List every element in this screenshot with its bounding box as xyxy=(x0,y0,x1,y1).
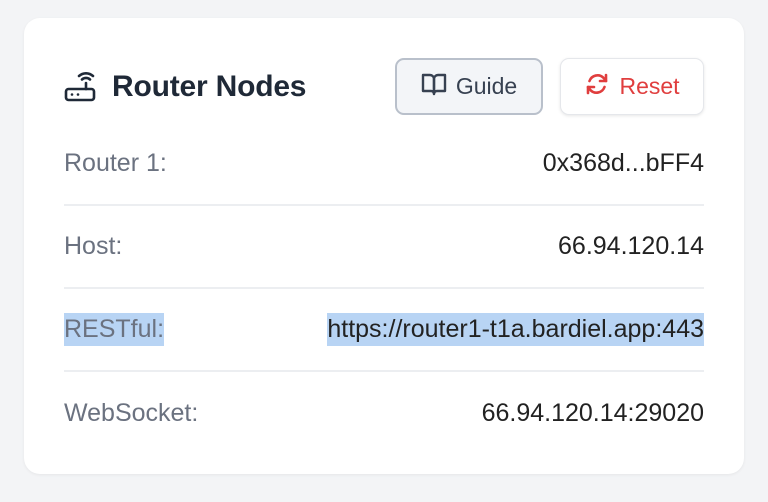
reset-button[interactable]: Reset xyxy=(560,58,704,115)
host-label: Host: xyxy=(64,232,123,260)
card-header: Router Nodes Guide Reset xyxy=(64,58,704,115)
detail-row-router: Router 1: 0x368d...bFF4 xyxy=(64,123,704,206)
refresh-icon xyxy=(584,71,610,103)
router-icon xyxy=(64,71,96,102)
router-address-value[interactable]: 0x368d...bFF4 xyxy=(543,147,704,180)
book-open-icon xyxy=(421,72,447,102)
detail-row-websocket: WebSocket: 66.94.120.14:29020 xyxy=(64,372,704,455)
router-label: Router 1: xyxy=(64,149,167,177)
page-title: Router Nodes xyxy=(112,69,307,103)
guide-button[interactable]: Guide xyxy=(395,58,543,115)
detail-row-host: Host: 66.94.120.14 xyxy=(64,206,704,289)
websocket-label: WebSocket: xyxy=(64,399,199,427)
router-nodes-card: Router Nodes Guide Reset Router 1: 0x368… xyxy=(24,18,744,474)
guide-button-label: Guide xyxy=(455,73,518,99)
header-actions: Guide Reset xyxy=(395,58,704,115)
websocket-value[interactable]: 66.94.120.14:29020 xyxy=(482,397,704,430)
reset-button-label: Reset xyxy=(619,73,680,99)
host-value[interactable]: 66.94.120.14 xyxy=(558,230,704,263)
title-group: Router Nodes xyxy=(64,70,306,104)
restful-label: RESTful: xyxy=(64,313,165,346)
detail-row-restful: RESTful: https://router1-t1a.bardiel.app… xyxy=(64,289,704,372)
router-details-list: Router 1: 0x368d...bFF4 Host: 66.94.120.… xyxy=(64,123,704,455)
restful-url-value[interactable]: https://router1-t1a.bardiel.app:443 xyxy=(327,313,704,346)
